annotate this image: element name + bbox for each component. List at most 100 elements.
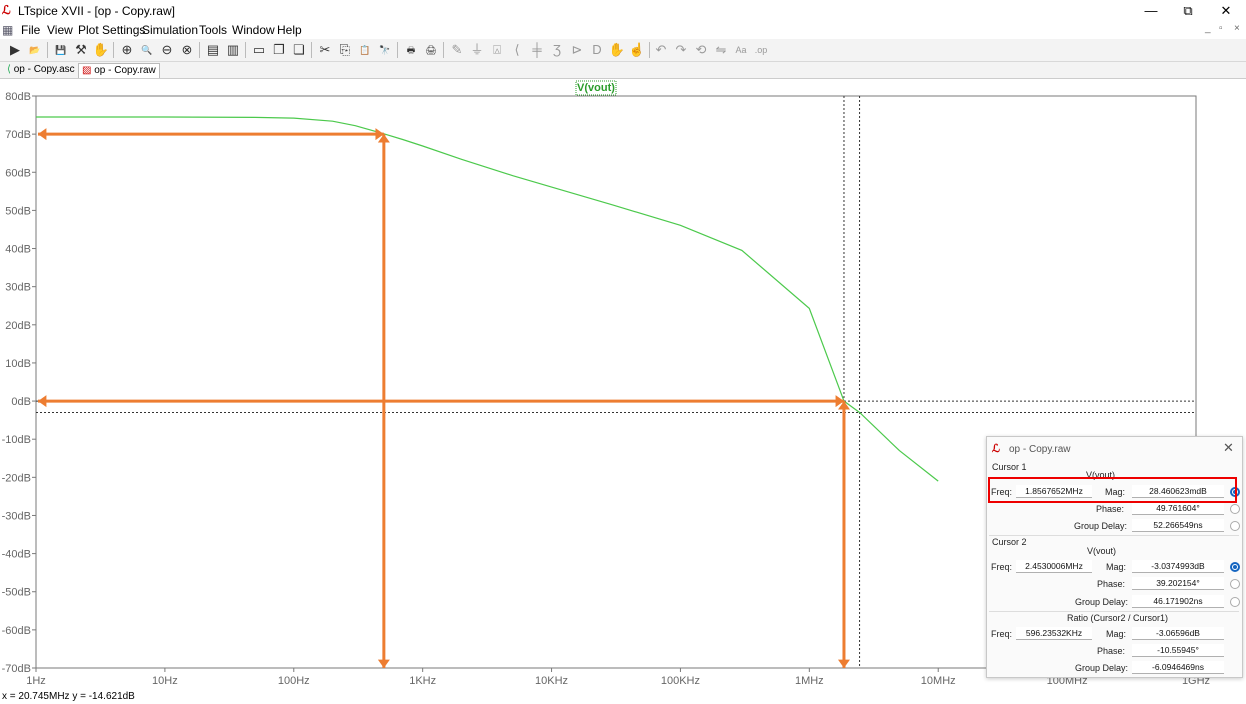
tile-horizontal-icon[interactable]: ▭ <box>250 41 268 59</box>
x-tick-label: 10MHz <box>921 675 956 687</box>
y-tick-label: 50dB <box>5 205 31 217</box>
y-tick-label: 40dB <box>5 244 31 256</box>
x-tick-label: 100Hz <box>278 675 310 687</box>
divider <box>989 535 1239 536</box>
zoom-cancel-icon[interactable]: ⊗ <box>178 41 196 59</box>
autorange-y-icon[interactable]: ▥ <box>224 41 242 59</box>
tab-schematic-label: op - Copy.asc <box>13 64 75 75</box>
label-icon[interactable]: ⍓ <box>488 41 506 59</box>
cursor2-gd-radio[interactable] <box>1230 597 1240 607</box>
trace-vout-line <box>36 116 939 482</box>
mdi-close-button[interactable]: × <box>1234 23 1240 34</box>
cursor2-mag-radio[interactable] <box>1230 562 1240 572</box>
ratio-mag-field[interactable]: -3.06596dB <box>1132 627 1224 640</box>
cursor1-phase-radio[interactable] <box>1230 504 1240 514</box>
cursor1-gd-radio[interactable] <box>1230 521 1240 531</box>
ratio-phase-field[interactable]: -10.55945° <box>1132 644 1224 657</box>
capacitor-icon[interactable]: ╪ <box>528 41 546 59</box>
paste-icon[interactable]: 📋 <box>356 41 374 59</box>
cursor-panel[interactable]: ℒ op - Copy.raw ✕ Cursor 1 V(vout) Freq:… <box>986 436 1243 678</box>
copy-icon[interactable]: ⎘ <box>336 41 354 59</box>
find-icon[interactable]: 🔭 <box>376 41 394 59</box>
menu-tools[interactable]: Tools <box>199 23 227 37</box>
undo-icon[interactable]: ↶ <box>652 41 670 59</box>
document-menu-icon[interactable]: ▦ <box>2 23 13 37</box>
title-bar: ℒ LTspice XVII - [op - Copy.raw] — ⧉ ✕ <box>0 0 1246 22</box>
save-icon[interactable]: 💾 <box>52 41 70 59</box>
cursor2-phase-field[interactable]: 39.202154° <box>1132 577 1224 590</box>
toolbar-separator <box>443 42 444 58</box>
zoom-out-icon[interactable]: ⊖ <box>158 41 176 59</box>
y-tick-label: 80dB <box>5 91 31 103</box>
arrow-head <box>38 395 47 408</box>
cursor2-freq-field[interactable]: 2.4530006MHz <box>1016 560 1092 573</box>
spice-directive-icon[interactable]: .op <box>752 41 770 59</box>
y-tick-label: -20dB <box>2 472 31 484</box>
halt-icon[interactable]: ✋ <box>92 41 110 59</box>
component-icon[interactable]: D <box>588 41 606 59</box>
cursor-readout: x = 20.745MHz y = -14.621dB <box>2 691 135 702</box>
autorange-icon[interactable]: ▤ <box>204 41 222 59</box>
y-tick-label: -70dB <box>2 663 31 675</box>
tab-schematic[interactable]: ⟨ op - Copy.asc <box>4 63 78 77</box>
ratio-freq-field[interactable]: 596.23532KHz <box>1016 627 1092 640</box>
menu-bar: ▦ File View Plot Settings Simulation Too… <box>0 22 1246 38</box>
tile-vertical-icon[interactable]: ❏ <box>290 41 308 59</box>
ground-icon[interactable]: ⏚ <box>468 41 486 59</box>
cursor1-gd-label: Group Delay: <box>1074 521 1128 531</box>
toolbar-separator <box>397 42 398 58</box>
arrow-head <box>38 128 47 141</box>
tab-waveform[interactable]: ▨ op - Copy.raw <box>78 63 160 78</box>
ratio-mag-label: Mag: <box>1106 629 1127 639</box>
close-icon[interactable]: ✕ <box>1223 440 1234 456</box>
open-icon[interactable]: 📂 <box>26 41 44 59</box>
cursor1-gd-field[interactable]: 52.266549ns <box>1132 519 1224 532</box>
cascade-icon[interactable]: ❐ <box>270 41 288 59</box>
resistor-icon[interactable]: ⟨ <box>508 41 526 59</box>
mirror-icon[interactable]: ⇋ <box>712 41 730 59</box>
control-panel-icon[interactable]: ⚒ <box>72 41 90 59</box>
minimize-button[interactable]: — <box>1136 2 1166 20</box>
y-tick-label: 70dB <box>5 129 31 141</box>
text-icon[interactable]: Aa <box>732 41 750 59</box>
waveform-icon: ▨ <box>82 65 92 76</box>
y-tick-label: -60dB <box>2 625 31 637</box>
ratio-gd-field[interactable]: -6.0946469ns <box>1132 661 1224 674</box>
schematic-icon: ⟨ <box>7 64 11 75</box>
zoom-area-icon[interactable]: 🔍 <box>138 41 156 59</box>
menu-plot-settings[interactable]: Plot Settings <box>78 23 145 37</box>
ratio-heading: Ratio (Cursor2 / Cursor1) <box>1067 613 1169 623</box>
x-tick-label: 10Hz <box>152 675 178 687</box>
run-icon[interactable]: ▶ <box>6 41 24 59</box>
menu-window[interactable]: Window <box>232 23 275 37</box>
print-icon[interactable]: 🖨 <box>422 41 440 59</box>
cut-icon[interactable]: ✂ <box>316 41 334 59</box>
drag-icon[interactable]: ☝ <box>628 41 646 59</box>
cursor2-mag-field[interactable]: -3.0374993dB <box>1132 560 1224 573</box>
print-preview-icon[interactable]: 🖶 <box>402 41 420 59</box>
wire-icon[interactable]: ✎ <box>448 41 466 59</box>
inductor-icon[interactable]: Ʒ <box>548 41 566 59</box>
trace-label: V(vout) <box>577 82 615 94</box>
menu-help[interactable]: Help <box>277 23 302 37</box>
menu-file[interactable]: File <box>21 23 40 37</box>
close-button[interactable]: ✕ <box>1211 2 1241 20</box>
rotate-icon[interactable]: ⟲ <box>692 41 710 59</box>
cursor2-phase-radio[interactable] <box>1230 579 1240 589</box>
mdi-restore-button[interactable]: ▫ <box>1219 23 1223 34</box>
y-tick-label: 60dB <box>5 167 31 179</box>
diode-icon[interactable]: ⊳ <box>568 41 586 59</box>
mdi-minimize-button[interactable]: _ <box>1205 23 1211 34</box>
cursor2-gd-field[interactable]: 46.171902ns <box>1132 595 1224 608</box>
ratio-gd-label: Group Delay: <box>1075 663 1129 673</box>
restore-button[interactable]: ⧉ <box>1173 2 1203 20</box>
cursor1-phase-field[interactable]: 49.761604° <box>1132 502 1224 515</box>
document-tabs: ⟨ op - Copy.asc ▨ op - Copy.raw <box>0 62 1246 79</box>
toolbar-separator <box>47 42 48 58</box>
zoom-in-icon[interactable]: ⊕ <box>118 41 136 59</box>
menu-simulation[interactable]: Simulation <box>142 23 198 37</box>
menu-view[interactable]: View <box>47 23 73 37</box>
move-icon[interactable]: ✋ <box>608 41 626 59</box>
redo-icon[interactable]: ↷ <box>672 41 690 59</box>
x-tick-label: 100KHz <box>661 675 700 687</box>
